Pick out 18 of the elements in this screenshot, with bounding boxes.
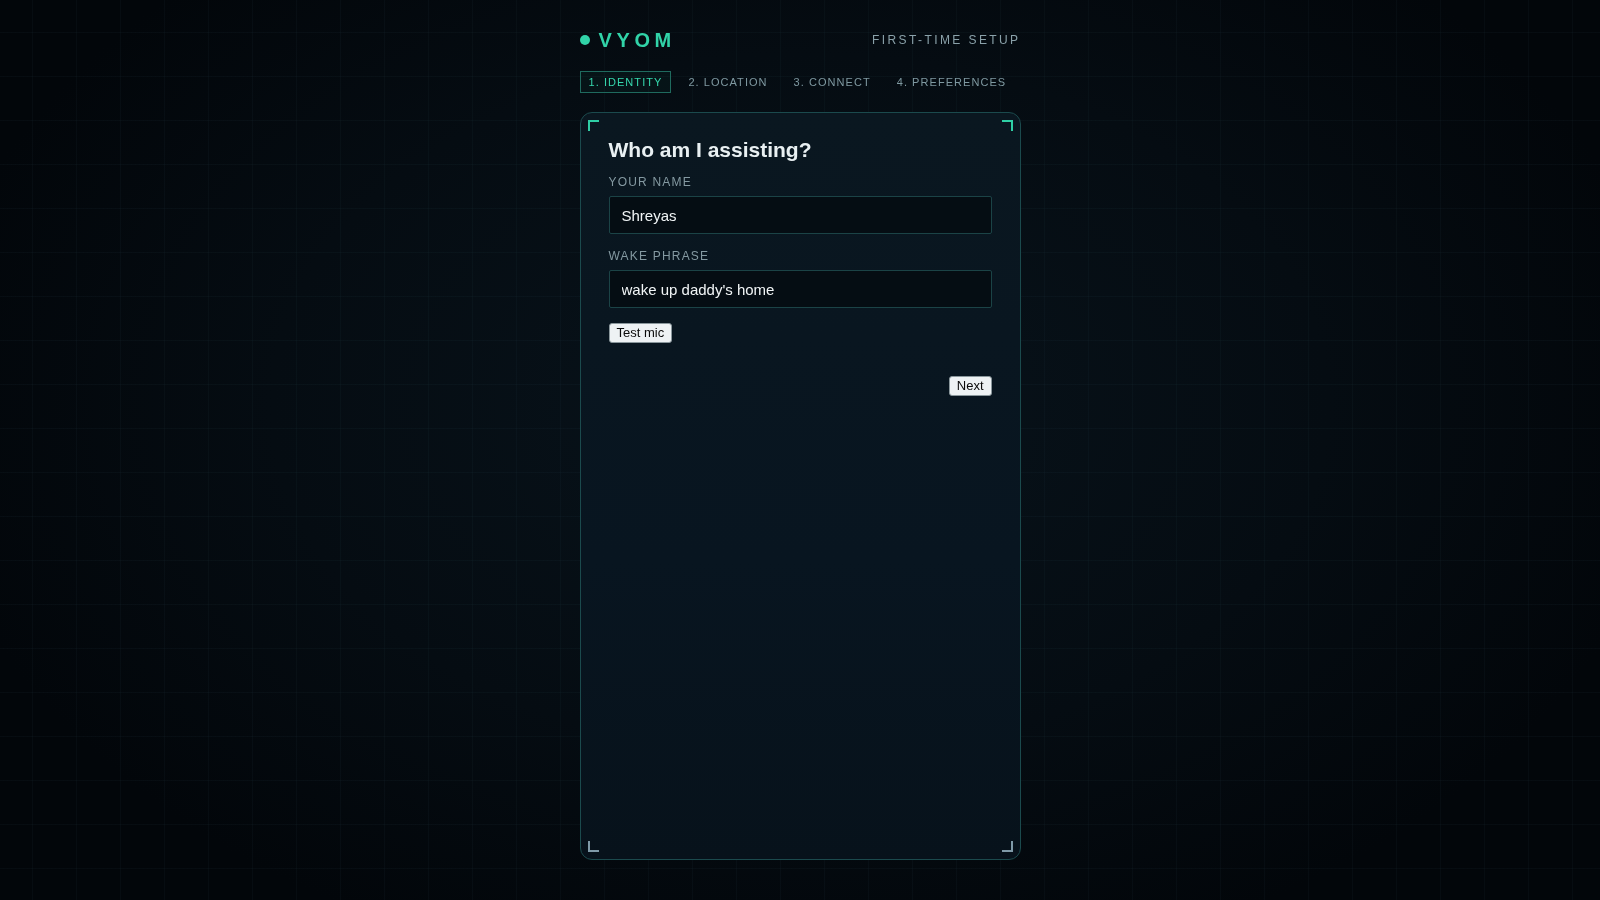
step-tab[interactable]: 4. PREFERENCES (887, 71, 1016, 93)
status-dot-icon (579, 35, 590, 45)
test-mic-button[interactable]: Test mic (608, 323, 673, 343)
step-tab[interactable]: 2. LOCATION (679, 71, 777, 93)
text-input[interactable]: Shreyas (608, 196, 992, 234)
field-label: WAKE PHRASE (608, 249, 710, 263)
brand-logo: VYOM (598, 28, 676, 52)
corner-bracket-icon (587, 120, 599, 131)
corner-bracket-icon (1001, 120, 1013, 131)
step-tab[interactable]: 1. IDENTITY (579, 71, 672, 93)
field-label: YOUR NAME (608, 175, 692, 189)
card-heading: Who am I assisting? (608, 137, 812, 163)
next-button[interactable]: Next (948, 376, 992, 396)
corner-bracket-icon (1001, 841, 1013, 852)
step-tab[interactable]: 3. CONNECT (784, 71, 880, 93)
text-input[interactable]: wake up daddy's home (608, 270, 992, 308)
corner-bracket-icon (587, 841, 599, 852)
setup-subtitle: FIRST-TIME SETUP (872, 32, 1021, 48)
